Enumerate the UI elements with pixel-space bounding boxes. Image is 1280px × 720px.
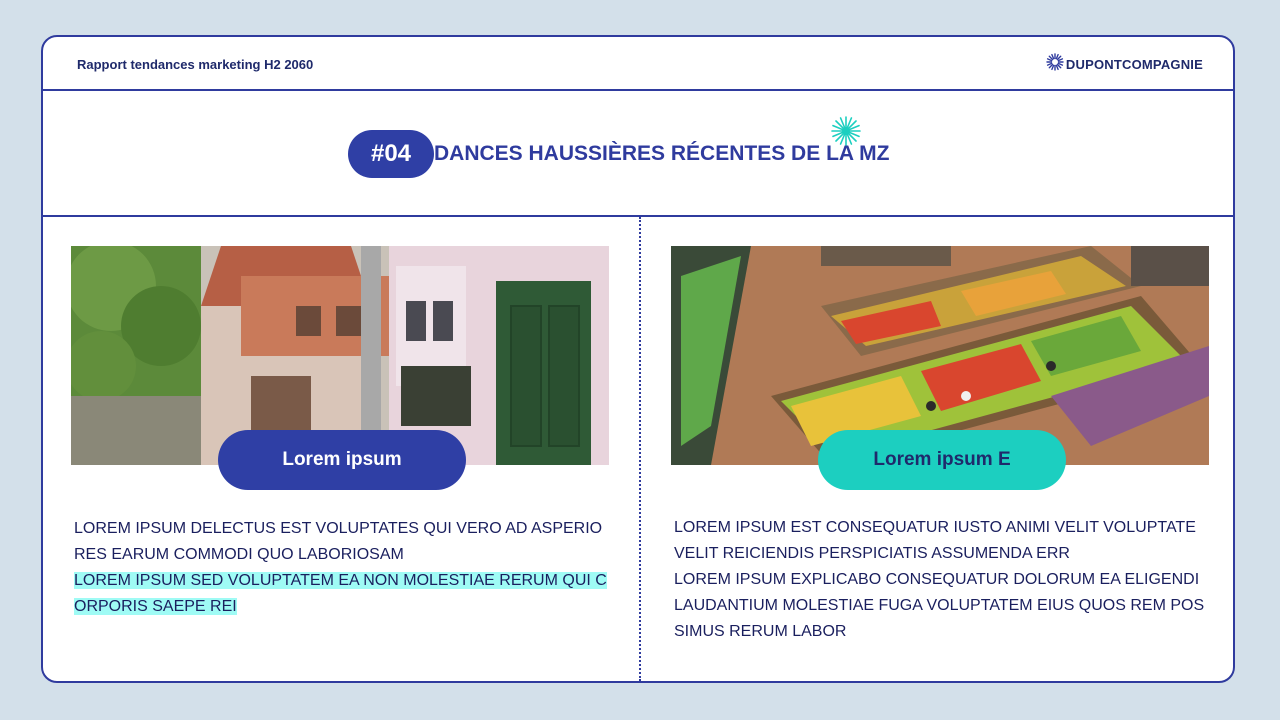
right-paragraph-2: LOREM IPSUM EXPLICABO CONSEQUATUR DOLORU… <box>674 571 1205 640</box>
brand-name: DUPONTCOMPAGNIE <box>1065 57 1203 72</box>
title-divider <box>43 215 1233 217</box>
slide-title: DANCES HAUSSIÈRES RÉCENTES DE LA MZ <box>434 142 890 165</box>
report-title: Rapport tendances marketing H2 2060 <box>77 57 314 72</box>
right-panel-text: LOREM IPSUM EST CONSEQUATUR IUSTO ANIMI … <box>674 515 1209 645</box>
slide-title-row: #04 DANCES HAUSSIÈRES RÉCENTES DE LA MZ <box>348 130 889 178</box>
right-paragraph-1: LOREM IPSUM EST CONSEQUATUR IUSTO ANIMI … <box>674 519 1196 562</box>
column-divider <box>639 217 641 681</box>
slide-card: Rapport tendances marketing H2 2060 DUPO… <box>41 35 1235 683</box>
brand-logo[interactable]: DUPONTCOMPAGNIE <box>1046 53 1203 76</box>
left-paragraph-1: LOREM IPSUM DELECTUS EST VOLUPTATES QUI … <box>74 520 603 563</box>
left-panel-text: LOREM IPSUM DELECTUS EST VOLUPTATES QUI … <box>74 516 609 620</box>
right-panel-label: Lorem ipsum E <box>818 430 1066 490</box>
header-divider <box>43 89 1233 91</box>
left-paragraph-2-highlighted: LOREM IPSUM SED VOLUPTATEM EA NON MOLEST… <box>74 572 607 615</box>
left-panel-label: Lorem ipsum <box>218 430 466 490</box>
slide-number-badge: #04 <box>348 130 434 178</box>
sunburst-icon <box>1046 53 1064 76</box>
